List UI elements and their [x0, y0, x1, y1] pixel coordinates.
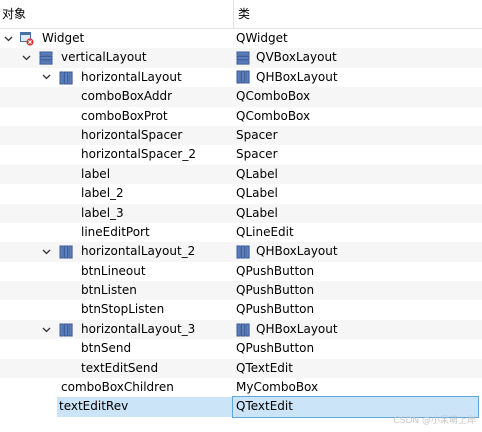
tree-row-name: btnListen	[81, 283, 137, 298]
tree-row-horizontalspacer-2[interactable]: horizontalSpacer_2 Spacer	[0, 145, 482, 164]
tree-row-texteditsend[interactable]: textEditSend QTextEdit	[0, 358, 482, 379]
tree-row-name: verticalLayout	[61, 50, 147, 65]
tree-row-comboboxaddr[interactable]: comboBoxAddr QComboBox	[0, 87, 482, 107]
tree-row-btnlisten[interactable]: btnListen QPushButton	[0, 281, 482, 301]
tree-row-comboboxprot[interactable]: comboBoxProt QComboBox	[0, 107, 482, 126]
tree-row-horizontalspacer[interactable]: horizontalSpacer Spacer	[0, 125, 482, 146]
tree-row-class: QVBoxLayout	[256, 50, 337, 65]
tree-row-label-3[interactable]: label_3 QLabel	[0, 203, 482, 223]
tree-row-verticallayout[interactable]: verticalLayout QVBoxLayout	[0, 48, 482, 68]
tree-row-class: QHBoxLayout	[256, 244, 338, 259]
tree-row-label-2[interactable]: label_2 QLabel	[0, 184, 482, 203]
tree-row-class: QHBoxLayout	[256, 69, 338, 84]
tree-row-name: horizontalSpacer	[81, 127, 183, 142]
object-inspector: 对象 类 Widget QWidget verticalLayout QVBox…	[0, 0, 482, 432]
tree-row-class: QLabel	[236, 186, 278, 201]
tree-row-lineeditport[interactable]: lineEditPort QLineEdit	[0, 223, 482, 242]
hbox-layout-icon	[59, 71, 73, 85]
hbox-layout-icon	[59, 323, 73, 337]
tree-row-class: QPushButton	[236, 283, 315, 298]
tree-row-name: label_2	[81, 186, 124, 201]
tree-row-label[interactable]: label QLabel	[0, 164, 482, 185]
tree-row-class: QLabel	[236, 166, 278, 181]
tree-row-btnlineout[interactable]: btnLineout QPushButton	[0, 262, 482, 281]
object-tree: Widget QWidget verticalLayout QVBoxLayou…	[0, 29, 482, 418]
tree-row-class: Spacer	[236, 127, 278, 142]
tree-row-name: textEditRev	[57, 397, 233, 417]
tree-row-widget[interactable]: Widget QWidget	[0, 29, 482, 48]
tree-row-name: comboBoxAddr	[81, 89, 173, 104]
tree-row-horizontallayout-2[interactable]: horizontalLayout_2 QHBoxLayout	[0, 242, 482, 262]
tree-row-class: QPushButton	[236, 263, 315, 278]
tree-row-name: Widget	[42, 31, 85, 45]
tree-row-name: horizontalSpacer_2	[81, 147, 196, 162]
tree-row-name: horizontalLayout_2	[81, 244, 196, 259]
hbox-layout-icon	[236, 70, 250, 84]
tree-row-class: QLabel	[236, 205, 278, 220]
tree-row-class: QTextEdit	[236, 399, 293, 414]
collapse-arrow-icon[interactable]	[40, 242, 52, 261]
tree-row-name: comboBoxProt	[81, 108, 168, 123]
tree-row-name: label_3	[81, 205, 124, 220]
widget-icon	[20, 32, 34, 46]
tree-row-name: btnLineout	[81, 263, 146, 278]
vbox-layout-icon	[236, 51, 250, 65]
tree-row-comboboxchildren[interactable]: comboBoxChildren MyComboBox	[0, 378, 482, 397]
tree-row-horizontallayout[interactable]: horizontalLayout QHBoxLayout	[0, 68, 482, 87]
tree-row-class: QPushButton	[236, 302, 315, 317]
collapse-arrow-icon[interactable]	[40, 68, 52, 87]
header-object[interactable]: 对象	[0, 0, 232, 28]
tree-row-class: Spacer	[236, 147, 278, 162]
collapse-arrow-icon[interactable]	[2, 29, 14, 48]
tree-row-horizontallayout-3[interactable]: horizontalLayout_3 QHBoxLayout	[0, 319, 482, 340]
tree-row-btnsend[interactable]: btnSend QPushButton	[0, 339, 482, 358]
tree-row-name: btnSend	[81, 341, 132, 356]
tree-row-class: QComboBox	[236, 89, 311, 104]
tree-header: 对象 类	[0, 0, 482, 29]
tree-row-name: label	[81, 166, 111, 181]
tree-row-class: MyComboBox	[236, 380, 319, 395]
tree-row-name: comboBoxChildren	[61, 380, 174, 395]
tree-row-class: QWidget	[236, 31, 288, 45]
hbox-layout-icon	[236, 245, 250, 259]
header-class[interactable]: 类	[233, 0, 482, 28]
tree-row-class: QPushButton	[236, 341, 315, 356]
tree-row-name: lineEditPort	[81, 224, 150, 239]
collapse-arrow-icon[interactable]	[40, 320, 52, 339]
watermark: CSDN @小呆萌上岸	[393, 416, 476, 426]
tree-row-name: horizontalLayout_3	[81, 321, 196, 336]
hbox-layout-icon	[236, 323, 250, 337]
hbox-layout-icon	[59, 245, 73, 259]
collapse-arrow-icon[interactable]	[20, 48, 32, 67]
vbox-layout-icon	[39, 51, 53, 65]
tree-row-class: QComboBox	[236, 108, 311, 123]
tree-row-class: QHBoxLayout	[256, 321, 338, 336]
tree-row-class: QTextEdit	[236, 360, 293, 375]
tree-row-btnstoplisten[interactable]: btnStopListen QPushButton	[0, 300, 482, 319]
tree-row-name: textEditSend	[81, 360, 159, 375]
tree-row-name: btnStopListen	[81, 302, 165, 317]
tree-row-class: QLineEdit	[236, 224, 294, 239]
tree-row-name: horizontalLayout	[81, 69, 182, 84]
